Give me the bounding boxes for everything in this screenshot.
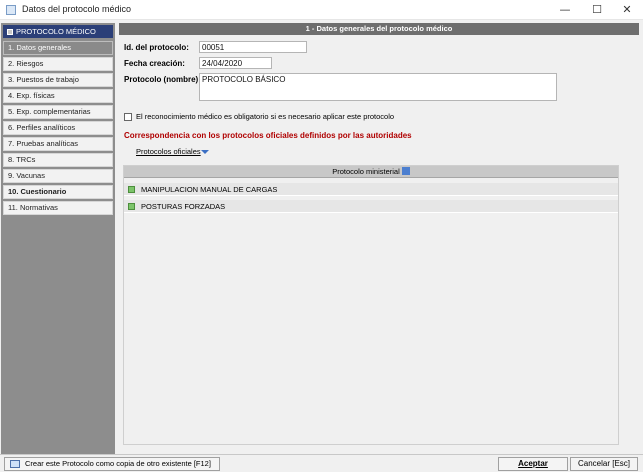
sidebar-header-label: PROTOCOLO MÉDICO (16, 27, 96, 36)
app-icon (6, 5, 16, 15)
window-title: Datos del protocolo médico (22, 4, 132, 14)
maximize-button[interactable]: ☐ (584, 2, 610, 17)
nombre-field[interactable]: PROTOCOLO BÁSICO (199, 73, 557, 101)
table-row[interactable]: MANIPULACION MANUAL DE CARGAS (124, 183, 618, 196)
protocolos-oficiales-dropdown[interactable]: Protocolos oficiales (136, 147, 201, 156)
table-row[interactable]: POSTURAS FORZADAS (124, 200, 618, 213)
title-bar: Datos del protocolo médico — ☐ ✕ (0, 0, 643, 20)
sidebar-item-exp-complementarias[interactable]: 5. Exp. complementarias (3, 105, 113, 119)
main-panel: 1 - Datos generales del protocolo médico… (117, 23, 641, 454)
sidebar-item-normativas[interactable]: 11. Normativas (3, 201, 113, 215)
sidebar-item-cuestionario[interactable]: 10. Cuestionario (3, 185, 113, 199)
obligatorio-checkbox-label: El reconocimiento médico es obligatorio … (136, 112, 395, 121)
sort-icon[interactable] (401, 167, 410, 175)
copy-protocol-button[interactable]: Crear este Protocolo como copia de otro … (4, 457, 220, 471)
sidebar-item-vacunas[interactable]: 9. Vacunas (3, 169, 113, 183)
nombre-label: Protocolo (nombre): (124, 75, 201, 84)
table-cell: POSTURAS FORZADAS (141, 202, 226, 211)
id-field[interactable]: 00051 (199, 41, 307, 53)
fecha-field[interactable]: 24/04/2020 (199, 57, 272, 69)
id-label: Id. del protocolo: (124, 43, 189, 52)
cancel-button[interactable]: Cancelar [Esc] (570, 457, 638, 471)
correspondencia-title: Correspondencia con los protocolos ofici… (124, 131, 412, 140)
copy-icon (10, 460, 20, 468)
row-status-icon (128, 203, 135, 210)
chevron-down-icon[interactable] (201, 150, 209, 154)
bottom-bar: Crear este Protocolo como copia de otro … (0, 454, 643, 472)
sidebar: PROTOCOLO MÉDICO 1. Datos generales 2. R… (1, 23, 115, 454)
sidebar-item-perfiles[interactable]: 6. Perfiles analíticos (3, 121, 113, 135)
obligatorio-checkbox[interactable] (124, 113, 132, 121)
accept-button[interactable]: Aceptar (498, 457, 568, 471)
close-button[interactable]: ✕ (614, 2, 640, 17)
sidebar-item-trcs[interactable]: 8. TRCs (3, 153, 113, 167)
row-status-icon (128, 186, 135, 193)
grid-column-header[interactable]: Protocolo ministerial (124, 166, 618, 178)
minimize-button[interactable]: — (552, 2, 578, 17)
section-icon (7, 29, 13, 35)
fecha-label: Fecha creación: (124, 59, 185, 68)
sidebar-header: PROTOCOLO MÉDICO (3, 25, 113, 38)
sidebar-item-riesgos[interactable]: 2. Riesgos (3, 57, 113, 71)
copy-protocol-label: Crear este Protocolo como copia de otro … (25, 459, 211, 468)
sidebar-item-datos-generales[interactable]: 1. Datos generales (3, 41, 113, 55)
protocolos-grid: Protocolo ministerial MANIPULACION MANUA… (123, 165, 619, 445)
section-header: 1 - Datos generales del protocolo médico (119, 23, 639, 35)
table-cell: MANIPULACION MANUAL DE CARGAS (141, 185, 278, 194)
sidebar-item-exp-fisicas[interactable]: 4. Exp. físicas (3, 89, 113, 103)
sidebar-item-puestos[interactable]: 3. Puestos de trabajo (3, 73, 113, 87)
grid-column-header-label: Protocolo ministerial (332, 167, 400, 176)
sidebar-item-pruebas[interactable]: 7. Pruebas analíticas (3, 137, 113, 151)
